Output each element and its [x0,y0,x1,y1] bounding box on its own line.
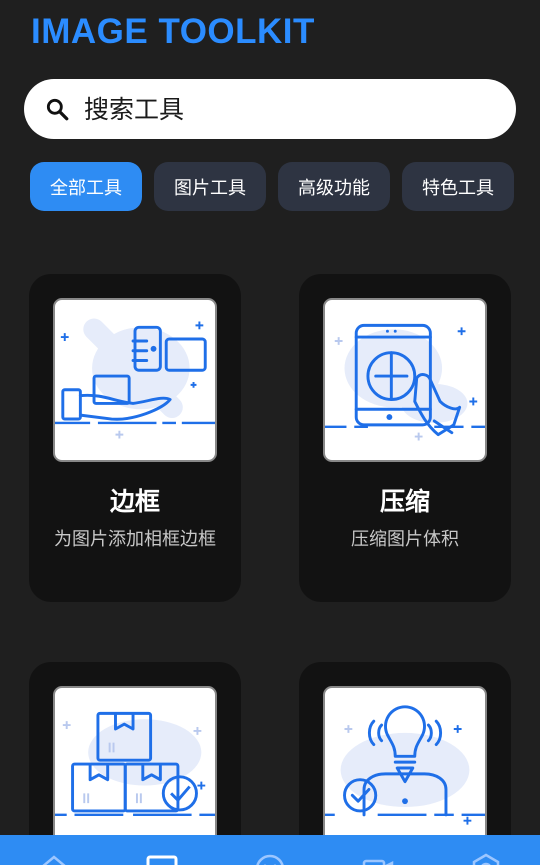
nav-image[interactable] [142,835,182,865]
nav-home[interactable] [34,835,74,865]
tool-thumbnail [323,298,487,462]
tool-card-border[interactable]: 边框 为图片添加相框边框 [29,274,241,602]
tool-description: 为图片添加相框边框 [54,529,216,550]
search-input[interactable] [84,94,464,124]
tool-thumbnail [53,298,217,462]
nav-smile[interactable] [250,835,290,865]
tab-featured[interactable]: 特色工具 [402,162,514,211]
tablet-touch-icon [325,323,485,441]
tab-image-tools[interactable]: 图片工具 [154,162,266,211]
home-icon [42,855,66,865]
tool-name: 边框 [109,487,160,516]
category-tabs: 全部工具 图片工具 高级功能 特色工具 [30,162,514,211]
tool-name: 压缩 [379,487,430,516]
video-icon [362,859,394,865]
app-title: IMAGE TOOLKIT [31,12,315,51]
search-icon [46,98,69,121]
tool-thumbnail [323,686,487,850]
tool-thumbnail [53,686,217,850]
stacked-boxes-check-icon [55,711,215,817]
tab-advanced[interactable]: 高级功能 [278,162,390,211]
hand-giving-box-icon [55,318,215,439]
settings-icon [472,853,500,865]
nav-video[interactable] [358,835,398,865]
tab-all-tools[interactable]: 全部工具 [30,162,142,211]
tool-description: 压缩图片体积 [351,529,459,550]
nav-settings[interactable] [466,835,506,865]
bottom-navigation [0,835,540,865]
smile-icon [256,854,284,865]
lightbulb-person-icon [325,705,485,825]
image-icon [146,855,178,865]
search-bar[interactable] [24,79,516,139]
tool-card-compress[interactable]: 压缩 压缩图片体积 [299,274,511,602]
